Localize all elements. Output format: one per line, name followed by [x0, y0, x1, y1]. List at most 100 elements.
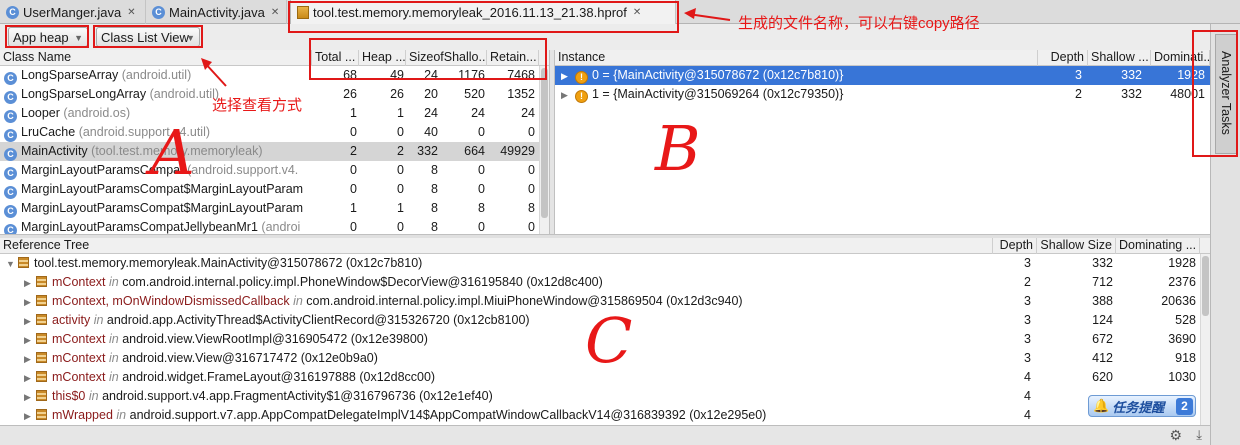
class-icon: C	[4, 167, 17, 180]
ref-depth-cell: 4	[1024, 408, 1031, 422]
class-row[interactable]: C MarginLayoutParamsCompat$MarginLayoutPa…	[0, 180, 549, 199]
class-name-cell: C LongSparseArray (android.util)	[4, 66, 312, 85]
field-icon	[36, 276, 47, 287]
class-shallow-cell: 8	[478, 201, 485, 215]
field-icon	[36, 295, 47, 306]
close-icon[interactable]: ✕	[271, 7, 279, 18]
column-dominating[interactable]: Dominati...	[1151, 50, 1210, 66]
class-total-cell: 68	[343, 68, 357, 82]
reference-row[interactable]: ▶ mWrapped in android.support.v7.app.AppC…	[0, 406, 1210, 425]
reference-row[interactable]: ▶ this$0 in android.support.v4.app.Fragme…	[0, 387, 1210, 406]
class-row[interactable]: C MarginLayoutParamsCompatJellybeanMr1 (a…	[0, 218, 549, 234]
column-depth[interactable]: Depth	[1038, 50, 1088, 66]
heap-select-value: App heap	[13, 29, 69, 45]
ref-depth-cell: 4	[1024, 370, 1031, 384]
class-row[interactable]: C LongSparseArray (android.util) 68 49 24 117…	[0, 66, 549, 85]
class-retained-cell: 0	[528, 125, 535, 139]
column-instance[interactable]: Instance	[555, 50, 1038, 66]
field-icon	[36, 333, 47, 344]
scrollbar-thumb[interactable]	[541, 68, 548, 218]
instance-row[interactable]: ▶! 1 = {MainActivity@315069264 (0x12c7935…	[555, 85, 1210, 104]
column-class-name[interactable]: Class Name	[0, 50, 312, 66]
expand-arrow-icon[interactable]: ▶	[24, 293, 34, 311]
task-reminder-badge[interactable]: 🔔 任务提醒 2	[1088, 395, 1196, 417]
tab-mainactivity-java[interactable]: C MainActivity.java ✕	[146, 0, 287, 24]
class-size-cell: 24	[424, 106, 438, 120]
reference-row[interactable]: ▶ mContext in com.android.internal.policy…	[0, 273, 1210, 292]
instance-dominating-cell: 1928	[1177, 68, 1205, 82]
class-retained-cell: 8	[528, 201, 535, 215]
column-sizeof-shallow[interactable]: SizeofShallo...	[406, 50, 487, 66]
class-retained-cell: 24	[521, 106, 535, 120]
instance-shallow-cell: 332	[1121, 87, 1142, 101]
expand-arrow-icon[interactable]: ▶	[561, 86, 571, 104]
instance-label-cell: ▶! 0 = {MainActivity@315078672 (0x12c7b81…	[561, 66, 1031, 85]
class-retained-cell: 1352	[507, 87, 535, 101]
reference-root-row[interactable]: ▼ tool.test.memory.memoryleak.MainActivit…	[0, 254, 1210, 273]
column-depth[interactable]: Depth	[993, 238, 1037, 254]
class-package: (android.support.v4.	[187, 163, 299, 177]
hprof-file-icon	[297, 5, 309, 19]
tab-usermanger-java[interactable]: C UserManger.java ✕	[0, 0, 146, 24]
expand-arrow-icon[interactable]: ▶	[24, 331, 34, 349]
download-icon[interactable]: ⤓	[1196, 427, 1202, 443]
heap-select[interactable]: App heap ▼	[8, 27, 88, 47]
view-select[interactable]: Class List View ▼	[96, 27, 200, 47]
expand-arrow-icon[interactable]: ▶	[24, 388, 34, 406]
reference-tree-scrollbar[interactable]	[1200, 254, 1210, 425]
reference-field: this$0	[52, 389, 86, 403]
annotation-letter-a: A	[150, 116, 195, 189]
close-icon[interactable]: ✕	[633, 7, 641, 18]
ref-shallow-cell: 332	[1092, 256, 1113, 270]
instance-row[interactable]: ▶! 0 = {MainActivity@315078672 (0x12c7b81…	[555, 66, 1210, 85]
column-shallow[interactable]: Shallow ...	[1088, 50, 1151, 66]
status-bar: ⚙ ⤓	[0, 425, 1210, 445]
expand-arrow-icon[interactable]: ▶	[24, 312, 34, 330]
class-icon: C	[4, 129, 17, 142]
class-row[interactable]: C MarginLayoutParamsCompat (android.suppo…	[0, 161, 549, 180]
column-retained[interactable]: Retain...	[487, 50, 539, 66]
reference-in: in	[116, 408, 127, 422]
reference-label-cell: ▶ mContext in android.view.View@316717472…	[24, 349, 992, 368]
column-total-count[interactable]: Total ...	[312, 50, 359, 66]
class-icon: C	[4, 91, 17, 104]
analyzer-tasks-button[interactable]: Analyzer Tasks	[1215, 34, 1237, 154]
reference-in: in	[93, 313, 104, 327]
expand-arrow-icon[interactable]: ▶	[24, 369, 34, 387]
class-size-cell: 40	[424, 125, 438, 139]
column-shallow-size[interactable]: Shallow Size	[1037, 238, 1116, 254]
class-shallow-cell: 24	[471, 106, 485, 120]
expand-arrow-icon[interactable]: ▶	[561, 67, 571, 85]
class-shallow-cell: 0	[478, 182, 485, 196]
close-icon[interactable]: ✕	[127, 7, 135, 18]
column-reference-tree[interactable]: Reference Tree	[0, 238, 993, 254]
expand-arrow-icon[interactable]: ▶	[24, 350, 34, 368]
column-heap-count[interactable]: Heap ...	[359, 50, 406, 66]
reference-target: com.android.internal.policy.impl.PhoneWi…	[122, 275, 603, 289]
reference-target: android.widget.FrameLayout@316197888 (0x…	[122, 370, 436, 384]
expand-arrow-icon[interactable]: ▶	[24, 274, 34, 292]
collapse-arrow-icon[interactable]: ▼	[6, 255, 16, 273]
ref-depth-cell: 4	[1024, 389, 1031, 403]
reference-target: android.view.ViewRootImpl@316905472 (0x1…	[122, 332, 428, 346]
class-list-panel: Class Name Total ... Heap ... SizeofShal…	[0, 50, 549, 234]
class-list-scrollbar[interactable]	[539, 66, 549, 234]
reference-label-cell: ▶ this$0 in android.support.v4.app.Fragme…	[24, 387, 992, 406]
task-reminder-text: 任务提醒	[1112, 399, 1165, 415]
reference-in: in	[108, 332, 119, 346]
annotation-file-name-note: 生成的文件名称，可以右键copy路径	[738, 15, 980, 32]
tab-hprof-file[interactable]: tool.test.memory.memoryleak_2016.11.13_2…	[290, 0, 676, 24]
class-row[interactable]: C MainActivity (tool.test.memory.memoryle…	[0, 142, 549, 161]
scrollbar-thumb[interactable]	[1202, 256, 1209, 316]
ref-shallow-cell: 412	[1092, 351, 1113, 365]
gear-icon[interactable]: ⚙	[1169, 427, 1182, 444]
class-row[interactable]: C LruCache (android.support.v4.util) 0 0 40 0…	[0, 123, 549, 142]
tab-label: tool.test.memory.memoryleak_2016.11.13_2…	[313, 4, 627, 20]
instance-icon	[18, 257, 29, 268]
class-total-cell: 1	[350, 106, 357, 120]
expand-arrow-icon[interactable]: ▶	[24, 407, 34, 425]
reference-target: android.view.View@316717472 (0x12e0b9a0)	[122, 351, 378, 365]
editor-tab-bar: C UserManger.java ✕ C MainActivity.java …	[0, 0, 1240, 24]
class-row[interactable]: C MarginLayoutParamsCompat$MarginLayoutPa…	[0, 199, 549, 218]
column-dominating[interactable]: Dominating ...	[1116, 238, 1200, 254]
